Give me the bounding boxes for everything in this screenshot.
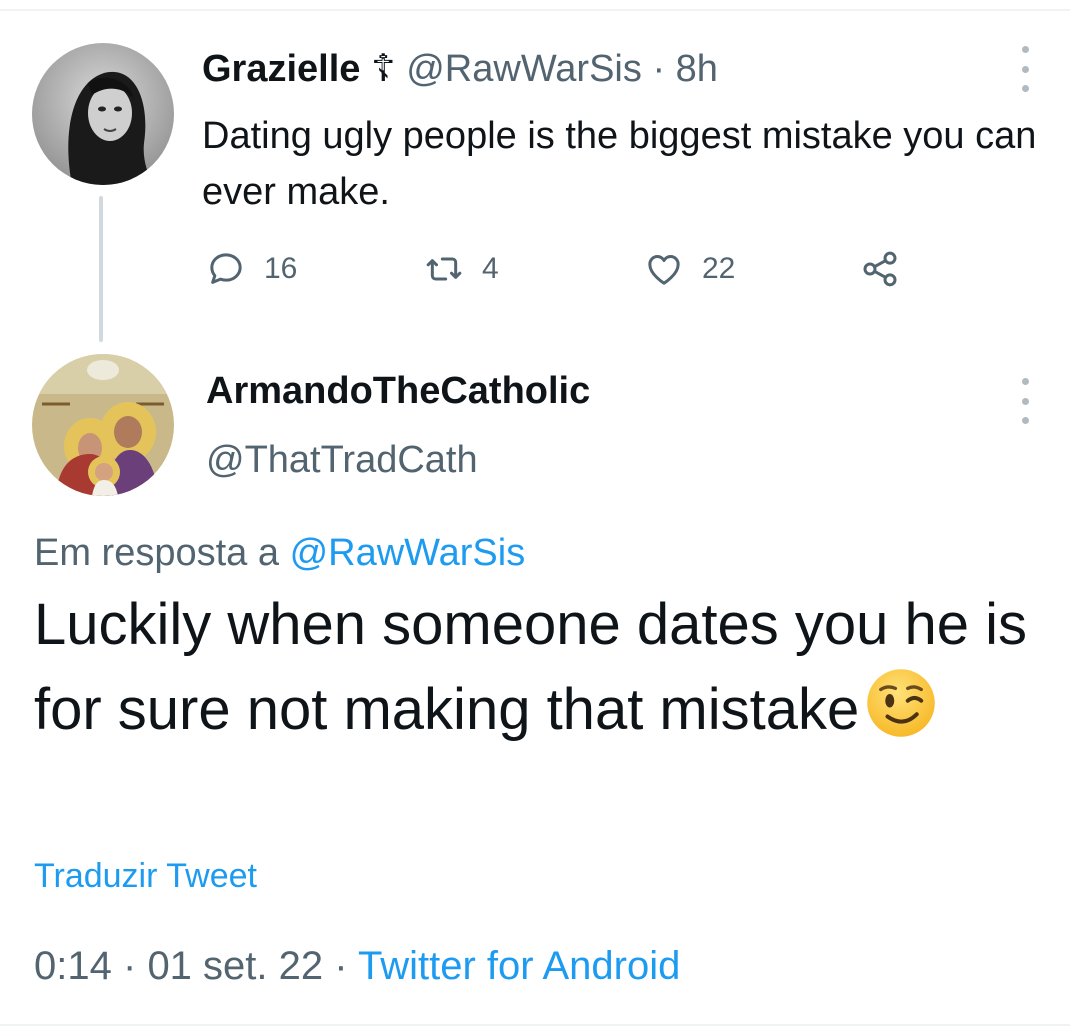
reply-display-name[interactable]: ArmandoTheCatholic: [206, 366, 590, 416]
parent-header-separator: ·: [652, 48, 666, 90]
bottom-divider: [0, 1024, 1070, 1026]
icon-painting-icon: [32, 354, 174, 496]
reply-icon: [210, 253, 242, 284]
parent-display-name[interactable]: Grazielle: [202, 48, 360, 90]
reply-button[interactable]: 16: [206, 246, 297, 292]
tweet-time[interactable]: 0:14: [34, 944, 112, 988]
more-dot: [1021, 378, 1029, 385]
retweet-count: 4: [482, 252, 499, 285]
parent-tweet-text: Dating ugly people is the biggest mistak…: [202, 115, 1037, 213]
tweet-metadata: 0:14 · 01 set. 22 · Twitter for Android: [34, 940, 680, 992]
like-button[interactable]: 22: [644, 246, 735, 292]
tweet-date[interactable]: 01 set. 22: [147, 944, 323, 988]
parent-handle[interactable]: @RawWarSis: [406, 48, 642, 90]
parent-tweet-header: Grazielle ☦ @RawWarSis · 8h: [202, 46, 718, 92]
meta-separator: ·: [122, 944, 137, 988]
more-dot: [1021, 397, 1029, 405]
avatar-armandothecatholic[interactable]: [32, 354, 174, 496]
share-icon: [863, 251, 897, 287]
tweet-source-link[interactable]: Twitter for Android: [358, 944, 680, 988]
reply-count: 16: [264, 252, 298, 285]
winking-face-icon: [865, 667, 937, 762]
reply-tweet-text: Luckily when someone dates you he is for…: [34, 583, 1044, 762]
replying-to-handle-link[interactable]: @RawWarSis: [290, 532, 526, 574]
replying-to-line: Em resposta a @RawWarSis: [34, 528, 525, 578]
orthodox-cross-icon: ☦: [370, 48, 396, 90]
translate-tweet-link[interactable]: Traduzir Tweet: [34, 853, 257, 899]
retweet-icon: [426, 257, 462, 281]
parent-time[interactable]: 8h: [676, 48, 718, 90]
parent-more-options-button[interactable]: [1013, 46, 1037, 92]
retweet-button[interactable]: 4: [424, 246, 499, 292]
more-dot: [1021, 417, 1029, 424]
replying-to-prefix: Em resposta a: [34, 532, 279, 574]
more-dot: [1021, 46, 1029, 53]
heart-icon: [648, 255, 680, 285]
reply-handle[interactable]: @ThatTradCath: [206, 435, 478, 485]
share-button[interactable]: [860, 246, 918, 292]
like-count: 22: [702, 252, 736, 285]
more-dot: [1021, 65, 1029, 73]
reply-more-options-button[interactable]: [1013, 378, 1037, 424]
avatar-grazielle[interactable]: [32, 43, 174, 185]
more-dot: [1021, 85, 1029, 92]
avatar-photo-icon: [32, 43, 174, 185]
top-divider: [0, 9, 1070, 11]
thread-connector-line: [99, 196, 103, 342]
meta-separator: ·: [334, 944, 348, 988]
